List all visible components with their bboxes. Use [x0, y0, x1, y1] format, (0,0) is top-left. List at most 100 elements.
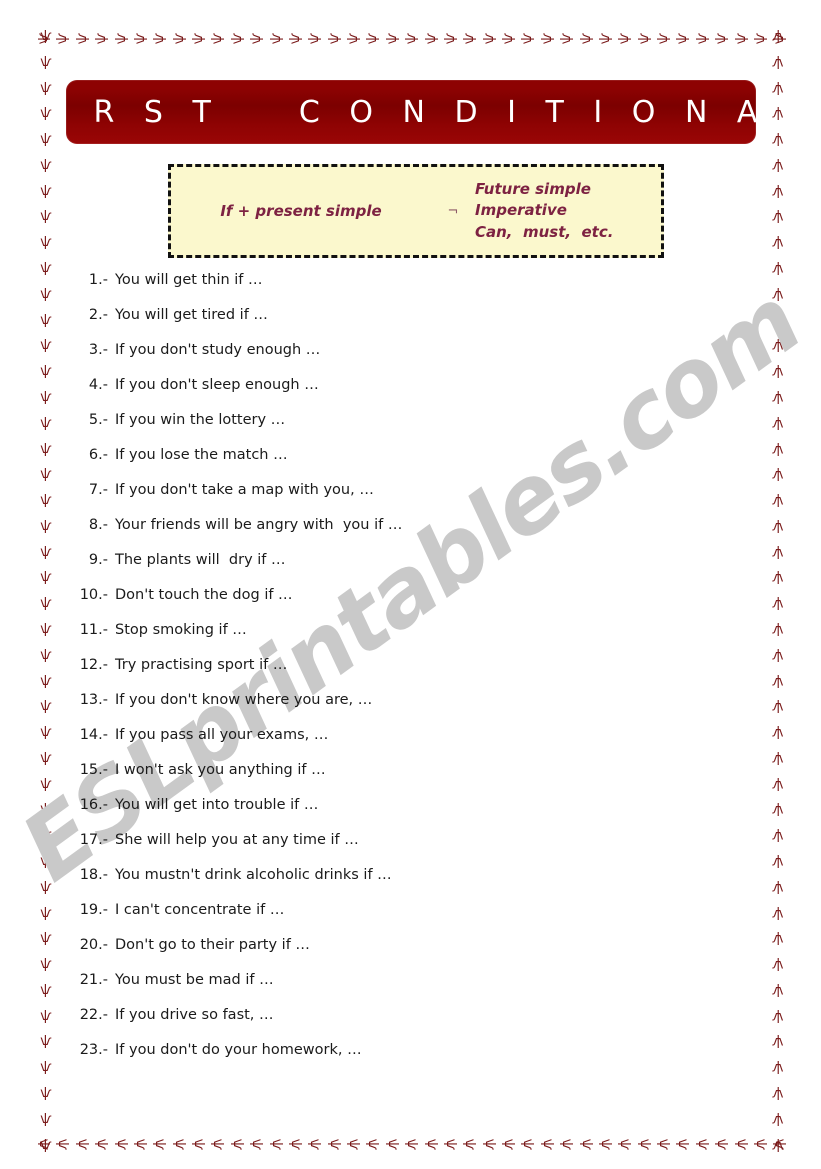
exercise-item: 7.- If you don't take a map with you, … — [78, 482, 678, 517]
bird-footprint-icon: ѱ — [462, 32, 478, 44]
bird-footprint-icon: ѱ — [191, 32, 207, 44]
bird-footprint-icon: ѱ — [559, 32, 575, 44]
formula-result-line: Can, must, etc. — [475, 222, 614, 241]
bird-footprint-icon: ѱ — [74, 1138, 90, 1150]
bird-footprint-icon: ѱ — [229, 1138, 245, 1150]
bird-footprint-icon: ѱ — [772, 621, 784, 637]
bird-footprint-icon: ѱ — [772, 750, 784, 766]
bird-footprint-icon: ѱ — [40, 209, 52, 225]
exercise-prompt: The plants will dry if … — [115, 552, 286, 568]
bird-footprint-icon: ѱ — [326, 32, 342, 44]
exercise-prompt: I won't ask you anything if … — [115, 762, 326, 778]
bird-footprint-icon: ѱ — [40, 312, 52, 328]
bird-footprint-icon: ѱ — [772, 364, 784, 380]
exercise-prompt: You mustn't drink alcoholic drinks if … — [115, 867, 392, 883]
border-strip-right: ѱѱѱѱѱѱѱѱѱѱѱѱѱѱѱѱѱѱѱѱѱѱѱѱѱѱѱѱѱѱѱѱѱѱѱѱѱѱѱѱ… — [770, 30, 786, 1152]
bird-footprint-icon: ѱ — [772, 1060, 784, 1076]
bird-footprint-icon: ѱ — [152, 32, 168, 44]
bird-footprint-icon: ѱ — [772, 982, 784, 998]
bird-footprint-icon: ѱ — [617, 1138, 633, 1150]
bird-footprint-icon: ѱ — [636, 32, 652, 44]
exercise-prompt: You will get into trouble if … — [115, 797, 319, 813]
bird-footprint-icon: ѱ — [772, 209, 784, 225]
bird-footprint-icon: ѱ — [40, 570, 52, 586]
bird-footprint-icon: ѱ — [772, 261, 784, 277]
bird-footprint-icon: ѱ — [288, 32, 304, 44]
bird-footprint-icon: ѱ — [268, 32, 284, 44]
bird-footprint-icon: ѱ — [675, 1138, 691, 1150]
bird-footprint-icon: ѱ — [772, 30, 784, 44]
exercise-item: 16.- You will get into trouble if … — [78, 797, 678, 832]
exercise-prompt: If you don't study enough … — [115, 342, 321, 358]
exercise-list: 1.- You will get thin if … 2.- You will get… — [78, 272, 678, 1077]
exercise-number: 18.- — [79, 867, 108, 883]
bird-footprint-icon: ѱ — [772, 776, 784, 792]
bird-footprint-icon: ѱ — [384, 1138, 400, 1150]
bird-footprint-icon: ѱ — [675, 32, 691, 44]
bird-footprint-icon: ѱ — [520, 1138, 536, 1150]
exercise-number: 11.- — [79, 622, 108, 638]
bird-footprint-icon: ѱ — [40, 982, 52, 998]
bird-footprint-icon: ѱ — [152, 1138, 168, 1150]
exercise-prompt: I can't concentrate if … — [115, 902, 285, 918]
bird-footprint-icon: ѱ — [40, 286, 52, 302]
bird-footprint-icon: ѱ — [40, 1086, 52, 1102]
exercise-number: 15.- — [79, 762, 108, 778]
exercise-prompt: Stop smoking if … — [115, 622, 247, 638]
bird-footprint-icon: ѱ — [772, 931, 784, 947]
bird-footprint-icon: ѱ — [40, 261, 52, 277]
exercise-prompt: Try practising sport if … — [115, 657, 288, 673]
bird-footprint-icon: ѱ — [40, 1008, 52, 1024]
exercise-number: 3.- — [88, 342, 108, 358]
bird-footprint-icon: ѱ — [539, 1138, 555, 1150]
exercise-item: 19.- I can't concentrate if … — [78, 902, 678, 937]
exercise-number: 2.- — [88, 307, 108, 323]
bird-footprint-icon: ѱ — [443, 1138, 459, 1150]
exercise-number: 7.- — [88, 482, 108, 498]
bird-footprint-icon: ѱ — [40, 957, 52, 973]
bird-footprint-icon: ѱ — [133, 1138, 149, 1150]
bird-footprint-icon: ѱ — [772, 1034, 784, 1050]
bird-footprint-icon: ѱ — [74, 32, 90, 44]
bird-footprint-icon: ѱ — [40, 157, 52, 173]
exercise-item: 10.- Don't touch the dog if … — [78, 587, 678, 622]
exercise-prompt: If you pass all your exams, … — [115, 727, 329, 743]
exercise-item: 18.- You mustn't drink alcoholic drinks i… — [78, 867, 678, 902]
bird-footprint-icon: ѱ — [384, 32, 400, 44]
bird-footprint-icon: ѱ — [772, 54, 784, 70]
bird-footprint-icon: ѱ — [714, 1138, 730, 1150]
bird-footprint-icon: ѱ — [40, 364, 52, 380]
bird-footprint-icon: ѱ — [40, 467, 52, 483]
bird-footprint-icon: ѱ — [772, 1008, 784, 1024]
arrow-icon: ¬ — [447, 203, 459, 219]
bird-footprint-icon: ѱ — [481, 32, 497, 44]
bird-footprint-icon: ѱ — [462, 1138, 478, 1150]
bird-footprint-icon: ѱ — [40, 725, 52, 741]
bird-footprint-icon: ѱ — [772, 879, 784, 895]
exercise-item: 22.- If you drive so fast, … — [78, 1007, 678, 1042]
bird-footprint-icon: ѱ — [40, 699, 52, 715]
exercise-prompt: If you win the lottery … — [115, 412, 286, 428]
bird-footprint-icon: ѱ — [38, 32, 51, 43]
bird-footprint-icon: ѱ — [40, 544, 52, 560]
bird-footprint-icon: ѱ — [40, 750, 52, 766]
bird-footprint-icon: ѱ — [772, 157, 784, 173]
exercise-number: 17.- — [79, 832, 108, 848]
bird-footprint-icon: ѱ — [365, 1138, 381, 1150]
bird-footprint-icon: ѱ — [772, 647, 784, 663]
formula-result-line: Imperative — [475, 201, 567, 220]
exercise-number: 13.- — [79, 692, 108, 708]
bird-footprint-icon: ѱ — [40, 647, 52, 663]
bird-footprint-icon: ѱ — [772, 415, 784, 431]
exercise-item: 11.- Stop smoking if … — [78, 622, 678, 657]
bird-footprint-icon: ѱ — [598, 1138, 614, 1150]
bird-footprint-icon: ѱ — [443, 32, 459, 44]
exercise-prompt: You will get tired if … — [115, 307, 268, 323]
bird-footprint-icon: ѱ — [249, 1138, 265, 1150]
exercise-number: 6.- — [88, 447, 108, 463]
bird-footprint-icon: ѱ — [38, 1138, 51, 1149]
exercise-prompt: Your friends will be angry with you if … — [115, 517, 403, 533]
exercise-prompt: You will get thin if … — [115, 272, 263, 288]
exercise-number: 9.- — [88, 552, 108, 568]
border-strip-bottom: ѱѱѱѱѱѱѱѱѱѱѱѱѱѱѱѱѱѱѱѱѱѱѱѱѱѱѱѱѱѱѱѱѱѱѱѱѱѱѱ — [38, 1136, 786, 1152]
